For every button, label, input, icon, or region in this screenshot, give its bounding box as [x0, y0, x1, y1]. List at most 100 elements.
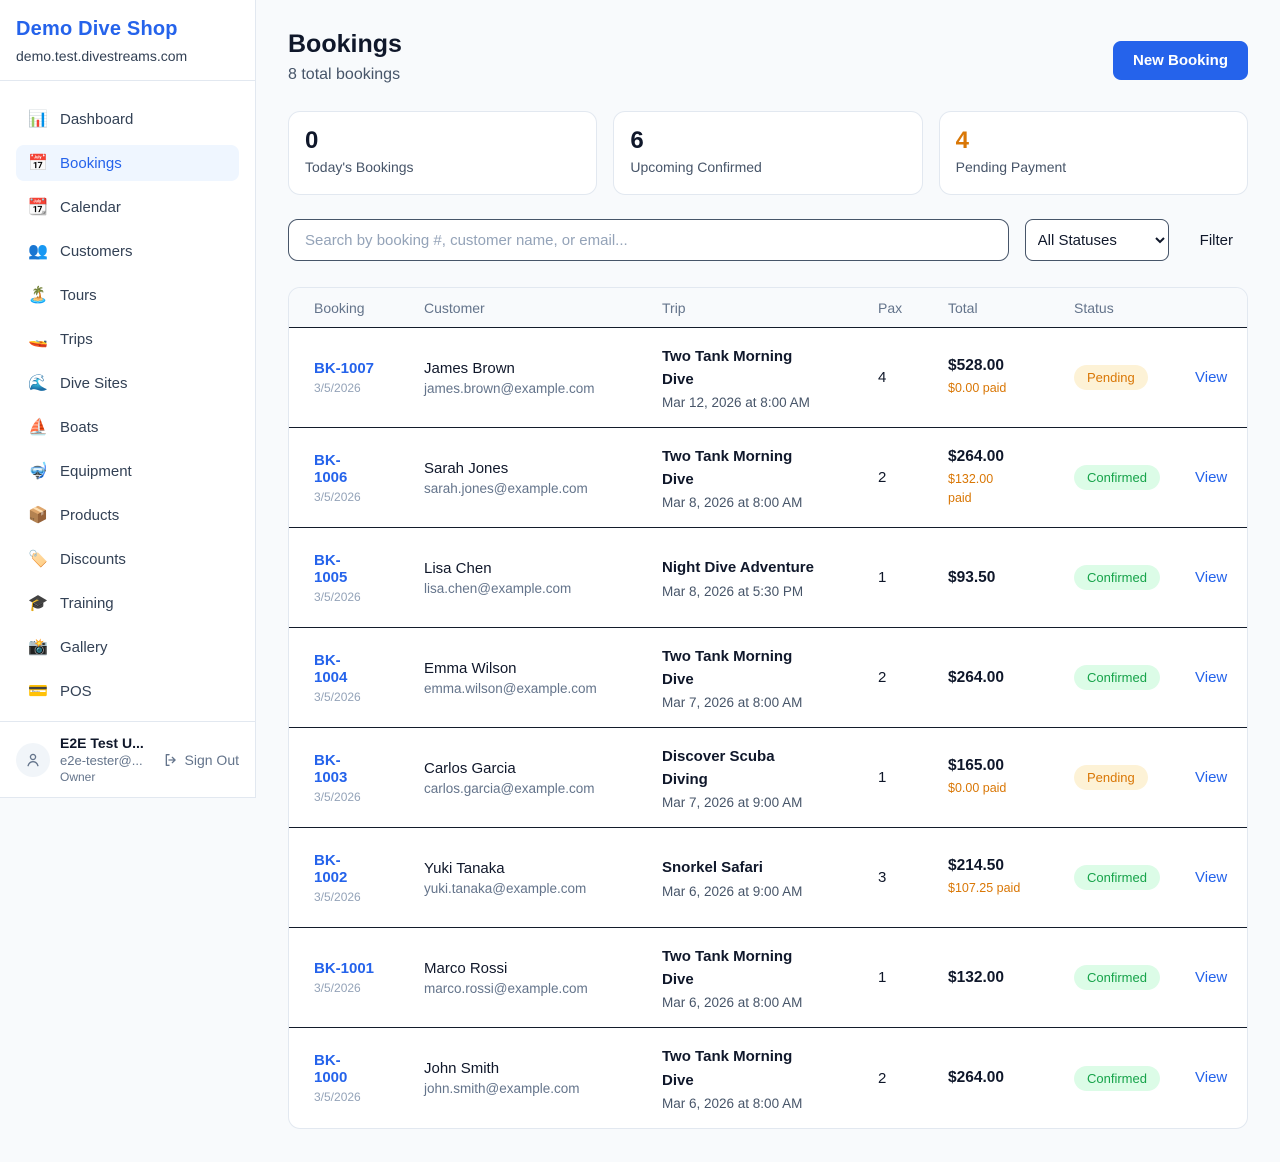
view-link[interactable]: View	[1195, 769, 1227, 786]
view-link[interactable]: View	[1195, 669, 1227, 686]
booking-date: 3/5/2026	[314, 381, 410, 395]
trip-datetime: Mar 6, 2026 at 8:00 AM	[662, 995, 864, 1010]
customer-email: carlos.garcia@example.com	[424, 781, 648, 796]
trip-name: Two Tank Morning Dive	[662, 945, 864, 992]
customers-icon: 👥	[28, 241, 48, 261]
sidebar-item-label: Tours	[60, 287, 97, 304]
view-link[interactable]: View	[1195, 869, 1227, 886]
user-info: E2E Test U... e2e-tester@... Owner	[60, 735, 153, 784]
user-icon	[24, 751, 42, 769]
avatar	[16, 743, 50, 777]
customer-email: lisa.chen@example.com	[424, 581, 648, 596]
view-link[interactable]: View	[1195, 369, 1227, 386]
sidebar-item-gallery[interactable]: 📸 Gallery	[16, 629, 239, 665]
paid-amount: $0.00 paid	[948, 779, 1060, 798]
stat-card-pending-payment: 4 Pending Payment	[939, 111, 1248, 195]
table-row: BK- 1006 3/5/2026 Sarah Jones sarah.jone…	[289, 428, 1247, 528]
sidebar-item-pos[interactable]: 💳 POS	[16, 673, 239, 709]
customer-name: Marco Rossi	[424, 960, 648, 977]
paid-amount: $0.00 paid	[948, 379, 1060, 398]
pax-count: 2	[878, 1070, 948, 1087]
main-content: Bookings 8 total bookings New Booking 0 …	[256, 0, 1280, 1162]
pos-icon: 💳	[28, 681, 48, 701]
sidebar-item-bookings[interactable]: 📅 Bookings	[16, 145, 239, 181]
booking-number-link[interactable]: BK- 1006	[314, 452, 347, 486]
column-header-status: Status	[1074, 300, 1195, 316]
equipment-icon: 🤿	[28, 461, 48, 481]
pax-count: 2	[878, 469, 948, 486]
booking-date: 3/5/2026	[314, 890, 410, 904]
column-header-trip: Trip	[662, 300, 878, 316]
user-name: E2E Test U...	[60, 735, 153, 751]
booking-date: 3/5/2026	[314, 1090, 410, 1104]
page-title: Bookings	[288, 30, 402, 59]
booking-date: 3/5/2026	[314, 690, 410, 704]
view-link[interactable]: View	[1195, 569, 1227, 586]
booking-number-link[interactable]: BK- 1003	[314, 752, 347, 786]
booking-number-link[interactable]: BK- 1004	[314, 652, 347, 686]
column-header-customer: Customer	[424, 300, 662, 316]
boats-icon: ⛵	[28, 417, 48, 437]
total-amount: $264.00	[948, 1069, 1060, 1087]
bookings-table: Booking Customer Trip Pax Total Status B…	[288, 287, 1248, 1129]
sidebar-item-boats[interactable]: ⛵ Boats	[16, 409, 239, 445]
booking-number-link[interactable]: BK- 1002	[314, 852, 347, 886]
sidebar-item-label: Trips	[60, 331, 93, 348]
view-link[interactable]: View	[1195, 969, 1227, 986]
booking-date: 3/5/2026	[314, 790, 410, 804]
sidebar-item-dashboard[interactable]: 📊 Dashboard	[16, 101, 239, 137]
stat-card-todays-bookings: 0 Today's Bookings	[288, 111, 597, 195]
user-email: e2e-tester@...	[60, 753, 153, 768]
view-link[interactable]: View	[1195, 1069, 1227, 1086]
products-icon: 📦	[28, 505, 48, 525]
sidebar-item-label: Gallery	[60, 639, 108, 656]
sidebar-item-customers[interactable]: 👥 Customers	[16, 233, 239, 269]
sidebar-item-training[interactable]: 🎓 Training	[16, 585, 239, 621]
sidebar-item-calendar[interactable]: 📆 Calendar	[16, 189, 239, 225]
sidebar-item-label: Calendar	[60, 199, 121, 216]
sidebar-item-dive-sites[interactable]: 🌊 Dive Sites	[16, 365, 239, 401]
status-select[interactable]: All Statuses	[1025, 219, 1169, 261]
trip-name: Night Dive Adventure	[662, 556, 864, 579]
sidebar-item-products[interactable]: 📦 Products	[16, 497, 239, 533]
filter-bar: All Statuses Filter	[288, 219, 1248, 261]
total-amount: $93.50	[948, 569, 1060, 587]
table-row: BK- 1000 3/5/2026 John Smith john.smith@…	[289, 1028, 1247, 1128]
new-booking-button[interactable]: New Booking	[1113, 41, 1248, 80]
stat-value: 0	[305, 127, 580, 155]
trips-icon: 🚤	[28, 329, 48, 349]
table-header-row: Booking Customer Trip Pax Total Status	[289, 288, 1247, 328]
booking-number-link[interactable]: BK-1001	[314, 960, 374, 977]
stat-label: Pending Payment	[956, 159, 1231, 175]
pax-count: 3	[878, 869, 948, 886]
sidebar-item-trips[interactable]: 🚤 Trips	[16, 321, 239, 357]
customer-email: james.brown@example.com	[424, 381, 648, 396]
search-input[interactable]	[288, 219, 1009, 261]
sidebar-item-discounts[interactable]: 🏷️ Discounts	[16, 541, 239, 577]
customer-name: Lisa Chen	[424, 560, 648, 577]
table-row: BK- 1005 3/5/2026 Lisa Chen lisa.chen@ex…	[289, 528, 1247, 628]
booking-number-link[interactable]: BK- 1000	[314, 1052, 347, 1086]
logout-icon	[163, 752, 179, 768]
sidebar-item-equipment[interactable]: 🤿 Equipment	[16, 453, 239, 489]
sidebar-item-label: Customers	[60, 243, 133, 260]
pax-count: 1	[878, 569, 948, 586]
sidebar-item-tours[interactable]: 🏝️ Tours	[16, 277, 239, 313]
filter-button[interactable]: Filter	[1185, 224, 1248, 257]
trip-datetime: Mar 8, 2026 at 8:00 AM	[662, 495, 864, 510]
paid-amount: $132.00 paid	[948, 470, 1060, 508]
booking-number-link[interactable]: BK-1007	[314, 360, 374, 377]
customer-name: Emma Wilson	[424, 660, 648, 677]
sidebar-item-label: Dashboard	[60, 111, 133, 128]
booking-date: 3/5/2026	[314, 981, 410, 995]
table-row: BK-1007 3/5/2026 James Brown james.brown…	[289, 328, 1247, 428]
booking-number-link[interactable]: BK- 1005	[314, 552, 347, 586]
trip-datetime: Mar 12, 2026 at 8:00 AM	[662, 395, 864, 410]
column-header-pax: Pax	[878, 300, 948, 316]
view-link[interactable]: View	[1195, 469, 1227, 486]
customer-email: sarah.jones@example.com	[424, 481, 648, 496]
sidebar-item-label: Equipment	[60, 463, 132, 480]
trip-name: Two Tank Morning Dive	[662, 445, 864, 492]
table-row: BK- 1002 3/5/2026 Yuki Tanaka yuki.tanak…	[289, 828, 1247, 928]
sign-out-button[interactable]: Sign Out	[163, 752, 239, 768]
